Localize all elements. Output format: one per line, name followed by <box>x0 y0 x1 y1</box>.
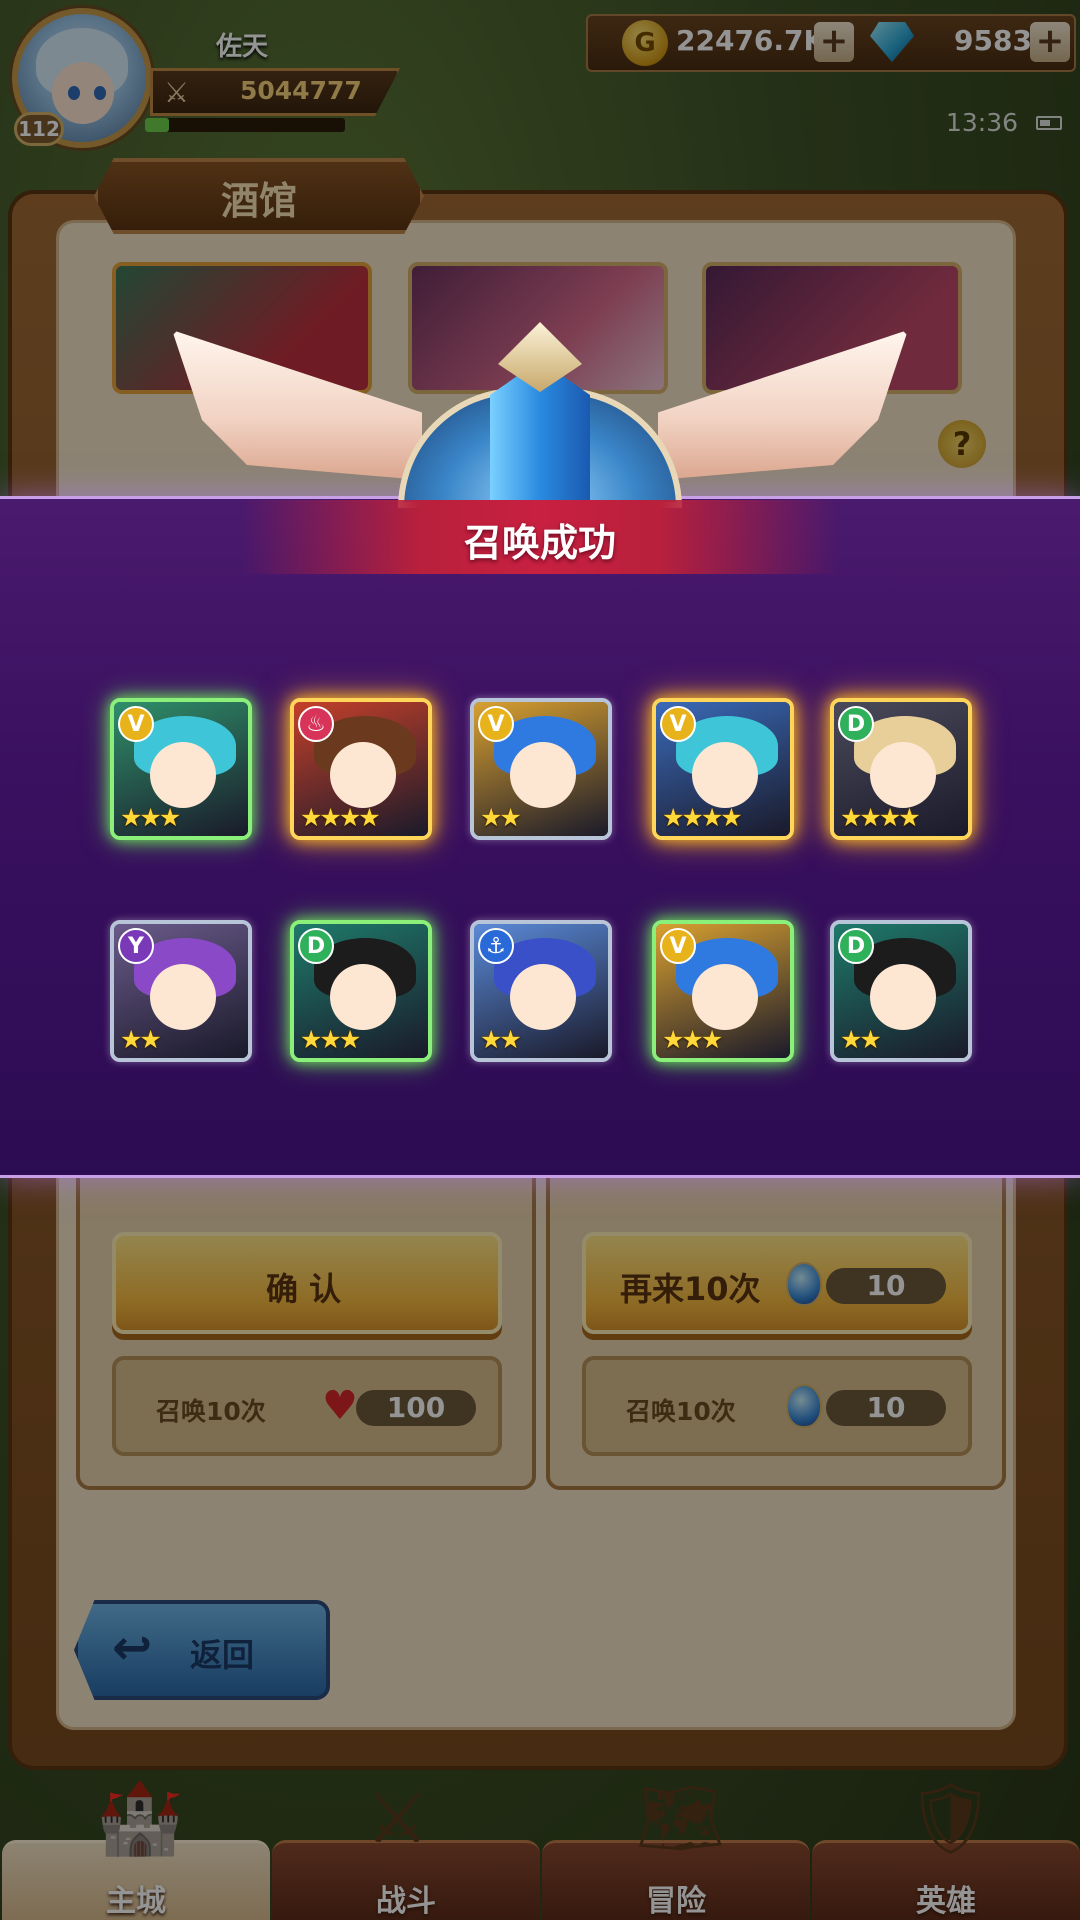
faction-icon: V <box>660 706 696 742</box>
star-rating: ★★ <box>840 1025 882 1054</box>
faction-icon: D <box>838 928 874 964</box>
hero-card[interactable]: V ★★★★ <box>652 698 794 840</box>
hero-face <box>692 964 758 1030</box>
hero-face <box>510 964 576 1030</box>
star-rating: ★★★★ <box>662 803 743 832</box>
faction-icon: Y <box>118 928 154 964</box>
faction-icon: ♨ <box>298 706 334 742</box>
star-rating: ★★★★ <box>300 803 381 832</box>
faction-icon: D <box>838 706 874 742</box>
star-rating: ★★ <box>120 1025 162 1054</box>
hero-card[interactable]: ♨ ★★★★ <box>290 698 432 840</box>
faction-icon: V <box>118 706 154 742</box>
hero-card[interactable]: D ★★★★ <box>830 698 972 840</box>
hero-face <box>150 964 216 1030</box>
modal-title: 召唤成功 <box>463 521 616 565</box>
star-rating: ★★ <box>480 803 522 832</box>
faction-icon: D <box>298 928 334 964</box>
hero-face <box>510 742 576 808</box>
hero-face <box>150 742 216 808</box>
star-rating: ★★ <box>480 1025 522 1054</box>
faction-icon: ⚓ <box>478 928 514 964</box>
hero-card[interactable]: Y ★★ <box>110 920 252 1062</box>
hero-face <box>692 742 758 808</box>
star-rating: ★★★ <box>300 1025 361 1054</box>
hero-face <box>330 742 396 808</box>
hero-face <box>330 964 396 1030</box>
star-rating: ★★★ <box>120 803 181 832</box>
hero-card[interactable]: D ★★ <box>830 920 972 1062</box>
star-rating: ★★★★ <box>840 803 921 832</box>
hero-card[interactable]: D ★★★ <box>290 920 432 1062</box>
hero-card[interactable]: V ★★★ <box>652 920 794 1062</box>
hero-face <box>870 742 936 808</box>
faction-icon: V <box>660 928 696 964</box>
hero-card[interactable]: ⚓ ★★ <box>470 920 612 1062</box>
faction-icon: V <box>478 706 514 742</box>
star-rating: ★★★ <box>662 1025 723 1054</box>
hero-face <box>870 964 936 1030</box>
hero-card[interactable]: V ★★★ <box>110 698 252 840</box>
hero-card[interactable]: V ★★ <box>470 698 612 840</box>
